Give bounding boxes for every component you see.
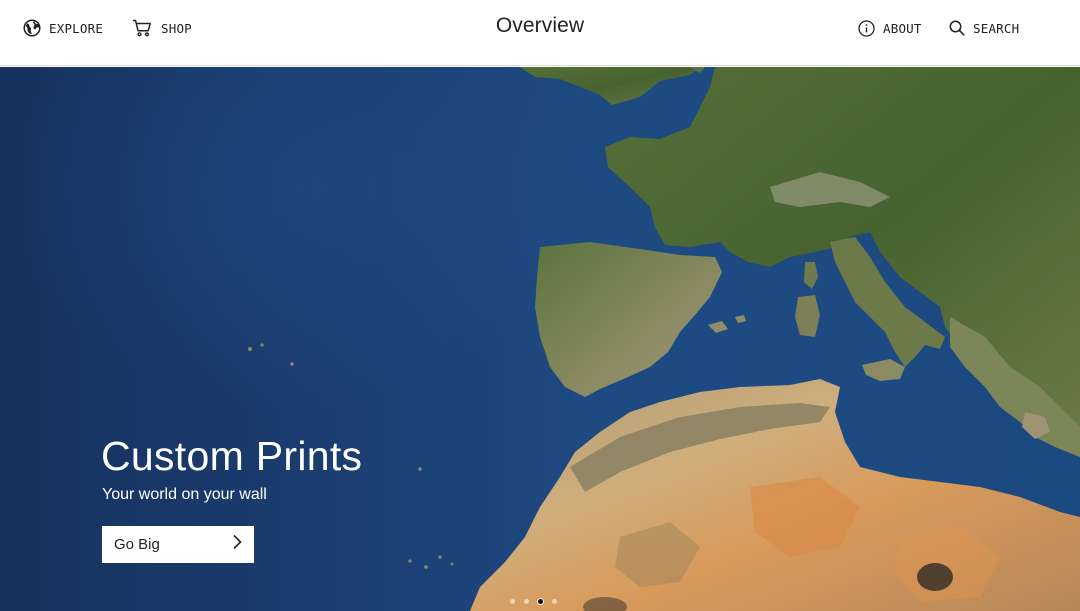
about-link[interactable]: ABOUT [858, 0, 922, 56]
carousel-dot-4[interactable] [552, 599, 557, 604]
hero-banner: Custom Prints Your world on your wall Go… [0, 67, 1080, 611]
carousel-dot-2[interactable] [524, 599, 529, 604]
carousel-indicators [510, 599, 557, 604]
search-icon [949, 20, 965, 36]
info-icon [858, 19, 875, 37]
search-label: SEARCH [973, 20, 1020, 36]
search-link[interactable]: SEARCH [949, 0, 1019, 56]
go-big-button[interactable]: Go Big [102, 526, 254, 563]
hero-subtitle: Your world on your wall [102, 486, 267, 503]
top-nav-bar: EXPLORE SHOP Overview ABOUT SEARCH [0, 0, 1080, 66]
carousel-dot-3[interactable] [538, 599, 543, 604]
carousel-dot-1[interactable] [510, 599, 515, 604]
chevron-right-icon [232, 534, 242, 555]
go-big-label: Go Big [114, 536, 160, 553]
about-label: ABOUT [883, 20, 922, 36]
hero-title: Custom Prints [101, 433, 363, 479]
